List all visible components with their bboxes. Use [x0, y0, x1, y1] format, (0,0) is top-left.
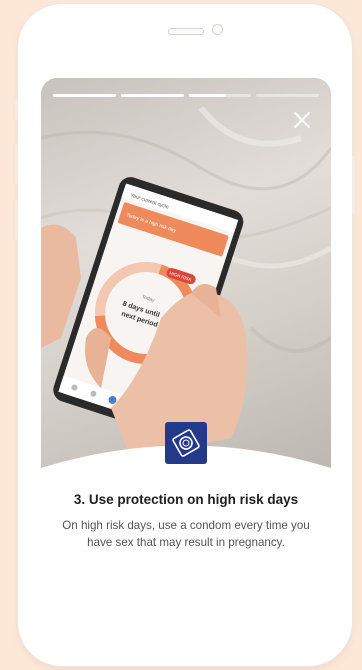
progress-segment: [188, 94, 252, 97]
story-progress: [53, 94, 319, 97]
progress-segment: [120, 94, 184, 97]
phone-side-button: [15, 200, 18, 240]
progress-segment: [53, 94, 116, 97]
progress-fill: [53, 94, 116, 97]
phone-side-button: [352, 156, 355, 214]
progress-segment: [256, 94, 319, 97]
condom-icon: [165, 422, 207, 464]
phone-speaker: [168, 28, 204, 35]
step-title: 3. Use protection on high risk days: [73, 492, 299, 507]
step-body: On high risk days, use a condom every ti…: [62, 519, 310, 549]
phone-side-button: [15, 100, 18, 120]
phone-camera: [212, 24, 223, 35]
phone-frame: Your current cycle Today is a high risk …: [15, 4, 355, 666]
close-icon[interactable]: [290, 108, 314, 132]
story-screen: Your current cycle Today is a high risk …: [41, 78, 331, 568]
phone-side-button: [15, 144, 18, 184]
progress-fill: [188, 94, 227, 97]
progress-fill: [120, 94, 184, 97]
